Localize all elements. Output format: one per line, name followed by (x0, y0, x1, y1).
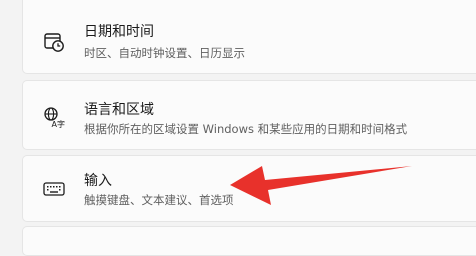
settings-item-language-region[interactable]: A 字 语言和区域 根据你所在的区域设置 Windows 和某些应用的日期和时间… (22, 80, 476, 150)
keyboard-icon (43, 178, 65, 200)
svg-text:字: 字 (57, 119, 65, 128)
settings-item-title: 日期和时间 (84, 24, 154, 40)
settings-item-subtitle: 根据你所在的区域设置 Windows 和某些应用的日期和时间格式 (84, 122, 408, 136)
settings-item-date-time[interactable]: 日期和时间 时区、自动时钟设置、日历显示 (22, 0, 476, 74)
settings-item-title: 语言和区域 (84, 102, 154, 118)
settings-item-input[interactable]: 输入 触摸键盘、文本建议、首选项 (22, 155, 476, 222)
settings-item-title: 输入 (84, 173, 112, 189)
language-icon: A 字 (43, 106, 65, 129)
calendar-clock-icon (43, 31, 65, 53)
settings-item-partial[interactable] (22, 226, 476, 256)
settings-item-subtitle: 触摸键盘、文本建议、首选项 (84, 193, 234, 207)
settings-item-subtitle: 时区、自动时钟设置、日历显示 (84, 46, 245, 60)
